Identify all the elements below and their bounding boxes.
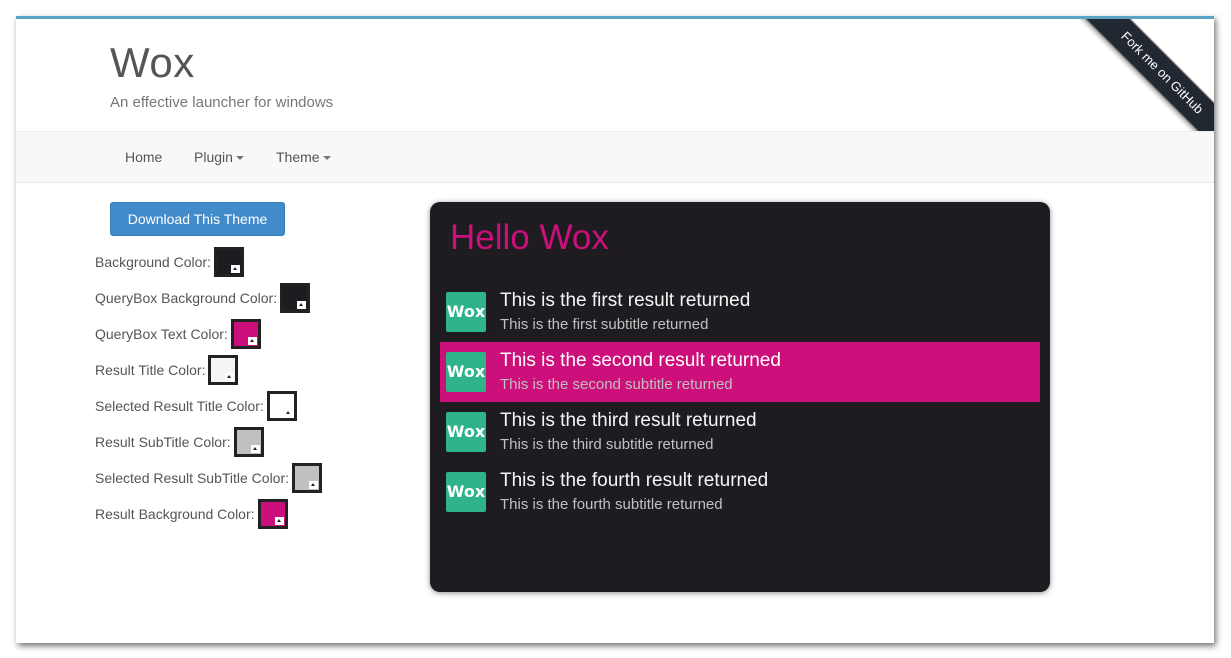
- result-item[interactable]: Wox This is the first result returned This…: [440, 282, 1040, 342]
- color-picker-swatch[interactable]: [208, 355, 239, 385]
- nav-home[interactable]: Home: [125, 132, 162, 182]
- theme-preview: Hello Wox Wox This is the first result re…: [430, 202, 1050, 592]
- result-title: This is the third result returned: [500, 410, 757, 431]
- nav-plugin-label: Plugin: [194, 149, 233, 165]
- result-item[interactable]: Wox This is the third result returned This…: [440, 402, 1040, 462]
- color-picker-swatch[interactable]: [230, 319, 261, 349]
- color-setting-label: Result SubTitle Color:: [95, 434, 231, 450]
- color-setting-row: Background Color:: [95, 246, 244, 278]
- color-setting-row: Result Background Color:: [95, 498, 288, 530]
- site-title[interactable]: Wox: [110, 39, 195, 87]
- color-setting-label: Background Color:: [95, 254, 211, 270]
- result-title: This is the first result returned: [500, 290, 751, 311]
- color-setting-row: Result SubTitle Color:: [95, 426, 264, 458]
- picker-arrow-icon: [297, 301, 307, 309]
- wox-app-icon: Wox: [446, 352, 486, 392]
- nav-theme-label: Theme: [276, 149, 320, 165]
- query-box[interactable]: Hello Wox: [450, 218, 609, 258]
- result-title: This is the fourth result returned: [500, 470, 769, 491]
- color-setting-label: Result Background Color:: [95, 506, 255, 522]
- wox-app-icon: Wox: [446, 292, 486, 332]
- wox-app-icon: Wox: [446, 412, 486, 452]
- result-subtitle: This is the third subtitle returned: [500, 436, 714, 453]
- color-picker-swatch[interactable]: [280, 283, 311, 313]
- page-frame: Wox An effective launcher for windows Fo…: [16, 16, 1214, 643]
- color-picker-swatch[interactable]: [213, 247, 244, 277]
- picker-arrow-icon: [225, 373, 235, 381]
- nav-theme-dropdown[interactable]: Theme: [276, 132, 331, 182]
- color-picker-swatch[interactable]: [233, 427, 264, 457]
- color-setting-row: Result Title Color:: [95, 354, 239, 386]
- picker-arrow-icon: [274, 517, 284, 525]
- nav-home-label: Home: [125, 149, 163, 165]
- caret-down-icon: [235, 156, 244, 161]
- color-setting-row: Selected Result Title Color:: [95, 390, 297, 422]
- color-picker-swatch[interactable]: [257, 499, 288, 529]
- color-setting-label: Selected Result SubTitle Color:: [95, 470, 290, 486]
- picker-arrow-icon: [309, 481, 319, 489]
- color-setting-row: Selected Result SubTitle Color:: [95, 462, 323, 494]
- picker-arrow-icon: [283, 409, 293, 417]
- navbar: Home Plugin Theme: [16, 131, 1214, 183]
- site-subtitle: An effective launcher for windows: [110, 94, 334, 111]
- result-title: This is the second result returned: [500, 350, 781, 371]
- picker-arrow-icon: [247, 337, 257, 345]
- color-setting-row: QueryBox Background Color:: [95, 282, 311, 314]
- picker-arrow-icon: [230, 265, 240, 273]
- color-setting-row: QueryBox Text Color:: [95, 318, 261, 350]
- result-item-selected[interactable]: Wox This is the second result returned Thi…: [440, 342, 1040, 402]
- color-picker-swatch[interactable]: [266, 391, 297, 421]
- picker-arrow-icon: [250, 445, 260, 453]
- download-theme-button[interactable]: Download This Theme: [110, 202, 285, 236]
- result-subtitle: This is the first subtitle returned: [500, 316, 709, 333]
- color-setting-label: QueryBox Background Color:: [95, 290, 278, 306]
- caret-down-icon: [322, 156, 331, 161]
- color-setting-label: Selected Result Title Color:: [95, 398, 264, 414]
- color-setting-label: QueryBox Text Color:: [95, 326, 228, 342]
- result-subtitle: This is the second subtitle returned: [500, 376, 733, 393]
- result-subtitle: This is the fourth subtitle returned: [500, 496, 723, 513]
- nav-plugin-dropdown[interactable]: Plugin: [194, 132, 244, 182]
- color-setting-label: Result Title Color:: [95, 362, 206, 378]
- result-item[interactable]: Wox This is the fourth result returned Thi…: [440, 462, 1040, 522]
- color-picker-swatch[interactable]: [292, 463, 323, 493]
- wox-app-icon: Wox: [446, 472, 486, 512]
